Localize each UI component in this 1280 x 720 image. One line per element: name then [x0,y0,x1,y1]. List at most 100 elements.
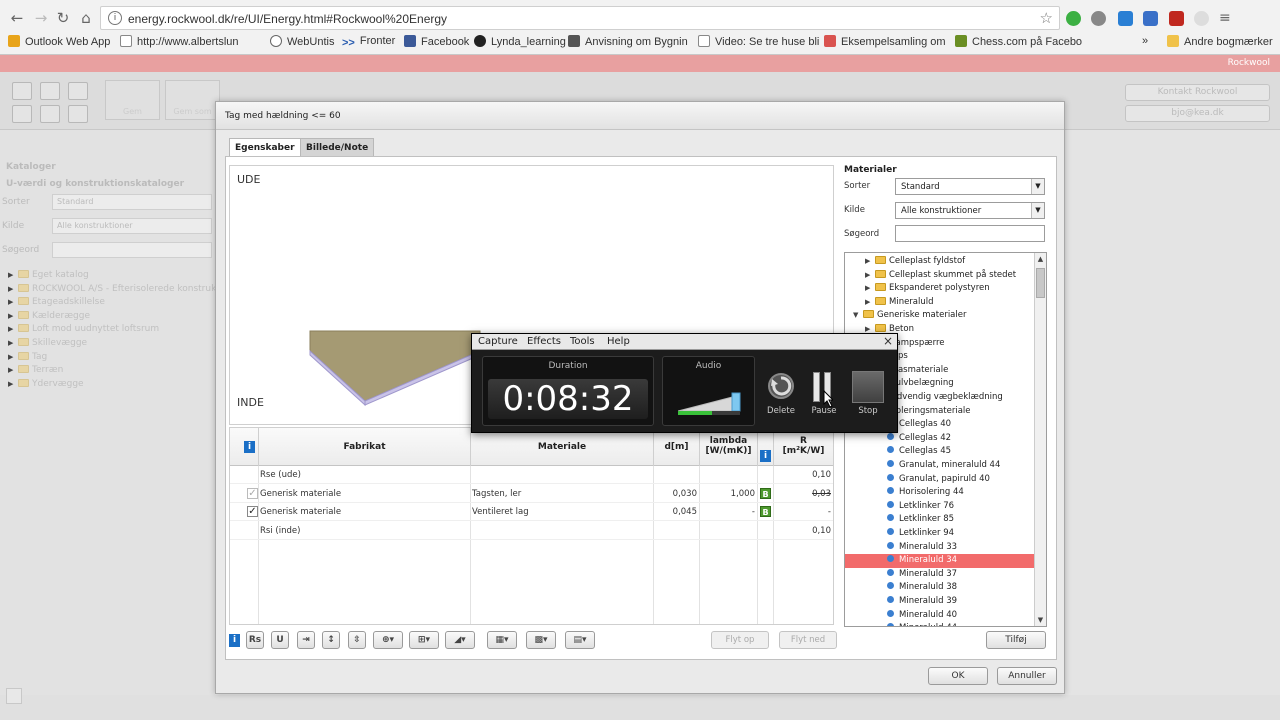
extension-green-icon[interactable] [1066,11,1081,26]
close-icon[interactable]: × [883,334,893,348]
house-icon[interactable] [40,82,60,100]
menu-tools[interactable]: Tools [570,336,595,347]
url-text[interactable]: energy.rockwool.dk/re/UI/Energy.html#Roc… [128,12,447,26]
bookmark-item[interactable]: Facebook [404,35,469,48]
sort-select[interactable]: Standard [52,194,212,210]
tree-material[interactable]: Mineraluld 39 [845,595,1035,609]
info-icon[interactable]: i [229,634,240,647]
info-icon[interactable]: i [108,11,122,25]
tree-material[interactable]: Granulat, papiruld 40 [845,473,1035,487]
menu-effects[interactable]: Effects [527,336,561,347]
tree-folder[interactable]: ▼ Generiske materialer [845,309,1035,323]
search-input[interactable] [52,242,212,258]
house-icon[interactable] [40,105,60,123]
layer-checkbox[interactable]: ✓ [247,487,258,499]
other-bookmarks[interactable]: Andre bogmærker [1167,35,1273,48]
collapse-icon[interactable]: ▼ [853,309,863,322]
layer-checkbox[interactable]: ✓ [247,506,258,517]
house-icon[interactable] [68,105,88,123]
layer-split-icon[interactable]: ⇳ [348,631,366,649]
bookmarks-overflow[interactable]: » [1142,35,1148,47]
fastener-dropdown-icon[interactable]: ⊕▾ [373,631,403,649]
house-icon[interactable] [12,82,32,100]
tree-material[interactable]: Mineraluld 38 [845,581,1035,595]
tree-material[interactable]: Letklinker 76 [845,500,1035,514]
expand-icon[interactable]: ▶ [8,271,18,279]
bookmark-item[interactable]: >> Fronter [342,35,395,49]
expand-icon[interactable]: ▶ [8,298,18,306]
refresh-icon[interactable] [6,688,22,704]
expand-icon[interactable]: ▶ [8,312,18,320]
slope-dropdown-icon[interactable]: ◢▾ [445,631,475,649]
expand-icon[interactable]: ▶ [865,269,875,282]
audio-volume-slider[interactable] [678,387,742,413]
u-button[interactable]: U [271,631,289,649]
layer-height-icon[interactable]: ↕ [322,631,340,649]
table-dropdown-icon[interactable]: ▤▾ [565,631,595,649]
catalog-tree-item[interactable]: ▶ Tag [8,351,47,362]
expand-icon[interactable]: ▶ [865,255,875,268]
info-icon[interactable]: i [244,441,255,453]
tree-material[interactable]: Celleglas 42 [845,432,1035,446]
scroll-thumb[interactable] [1036,268,1045,298]
col-lambda[interactable]: lambda [W/(mK)] [699,428,757,466]
add-button[interactable]: Tilføj [986,631,1046,649]
expand-icon[interactable]: ▶ [8,285,18,293]
expand-icon[interactable]: ▶ [865,296,875,309]
forward-icon[interactable]: → [32,9,50,27]
bookmark-item[interactable]: WebUntis [270,35,334,48]
menu-capture[interactable]: Capture [478,336,518,347]
cancel-button[interactable]: Annuller [997,667,1057,685]
tree-material[interactable]: Mineraluld 34 [845,554,1035,568]
expand-icon[interactable]: ▶ [8,353,18,361]
tree-folder[interactable]: ▶ Celleplast fyldstof [845,255,1035,269]
scroll-down-icon[interactable]: ▼ [1035,614,1046,626]
pdf-icon[interactable] [1169,11,1184,26]
source-select[interactable]: Alle konstruktioner [52,218,212,234]
catalog-tree-item[interactable]: ▶ Skillevægge [8,338,87,348]
tree-material[interactable]: Mineraluld 33 [845,541,1035,555]
extension-gray-icon[interactable] [1091,11,1106,26]
pause-icon[interactable] [813,372,820,402]
tree-material[interactable]: Mineraluld 37 [845,568,1035,582]
tree-material[interactable]: Mineraluld 40 [845,609,1035,623]
menu-icon[interactable]: ≡ [1219,11,1234,26]
tree-material[interactable]: Letklinker 85 [845,513,1035,527]
frame-dropdown-icon[interactable]: ⊞▾ [409,631,439,649]
col-materiale[interactable]: Materiale [470,428,653,466]
expand-icon[interactable]: ▶ [8,380,18,388]
expand-icon[interactable]: ▶ [8,339,18,347]
extension-new-icon[interactable] [1143,11,1158,26]
info-icon[interactable]: i [760,450,771,462]
tree-material[interactable]: Horisolering 44 [845,486,1035,500]
expand-icon[interactable]: ▶ [8,325,18,333]
table-row[interactable]: Rsi (inde) 0,10 [230,522,833,540]
bookmark-item[interactable]: Anvisning om Bygnin [568,35,688,48]
extension-blue-icon[interactable] [1118,11,1133,26]
contact-button[interactable]: Kontakt Rockwool [1125,84,1270,101]
bookmark-item[interactable]: Eksempelsamling om [824,35,946,48]
home-icon[interactable]: ⌂ [77,9,95,27]
tree-folder[interactable]: ▶ Celleplast skummet på stedet [845,269,1035,283]
house-icon[interactable] [68,82,88,100]
reload-icon[interactable]: ↻ [54,9,72,27]
tree-folder[interactable]: ▶ Mineraluld [845,296,1035,310]
delete-icon[interactable] [766,371,796,401]
menu-help[interactable]: Help [607,336,630,347]
extension-circle-icon[interactable] [1194,11,1209,26]
stop-icon[interactable] [852,371,884,403]
catalog-tree-item[interactable]: ▶ Terræn [8,365,63,375]
ok-button[interactable]: OK [928,667,988,685]
bookmark-item[interactable]: Video: Se tre huse bli [698,35,819,48]
tree-material[interactable]: Granulat, mineraluld 44 [845,459,1035,473]
catalog-tree-item[interactable]: ▶ Eget katalog [8,270,89,280]
tab-billede-note[interactable]: Billede/Note [300,138,375,156]
back-icon[interactable]: ← [8,9,26,27]
bookmark-item[interactable]: Chess.com på Facebo [955,35,1082,48]
user-button[interactable]: bjo@kea.dk [1125,105,1270,122]
tree-material[interactable]: Mineraluld 44 [845,622,1035,626]
expand-icon[interactable]: ▶ [865,282,875,295]
bookmark-item[interactable]: http://www.albertslun [120,35,239,48]
tree-material[interactable]: Letklinker 94 [845,527,1035,541]
col-d[interactable]: d[m] [653,428,699,466]
